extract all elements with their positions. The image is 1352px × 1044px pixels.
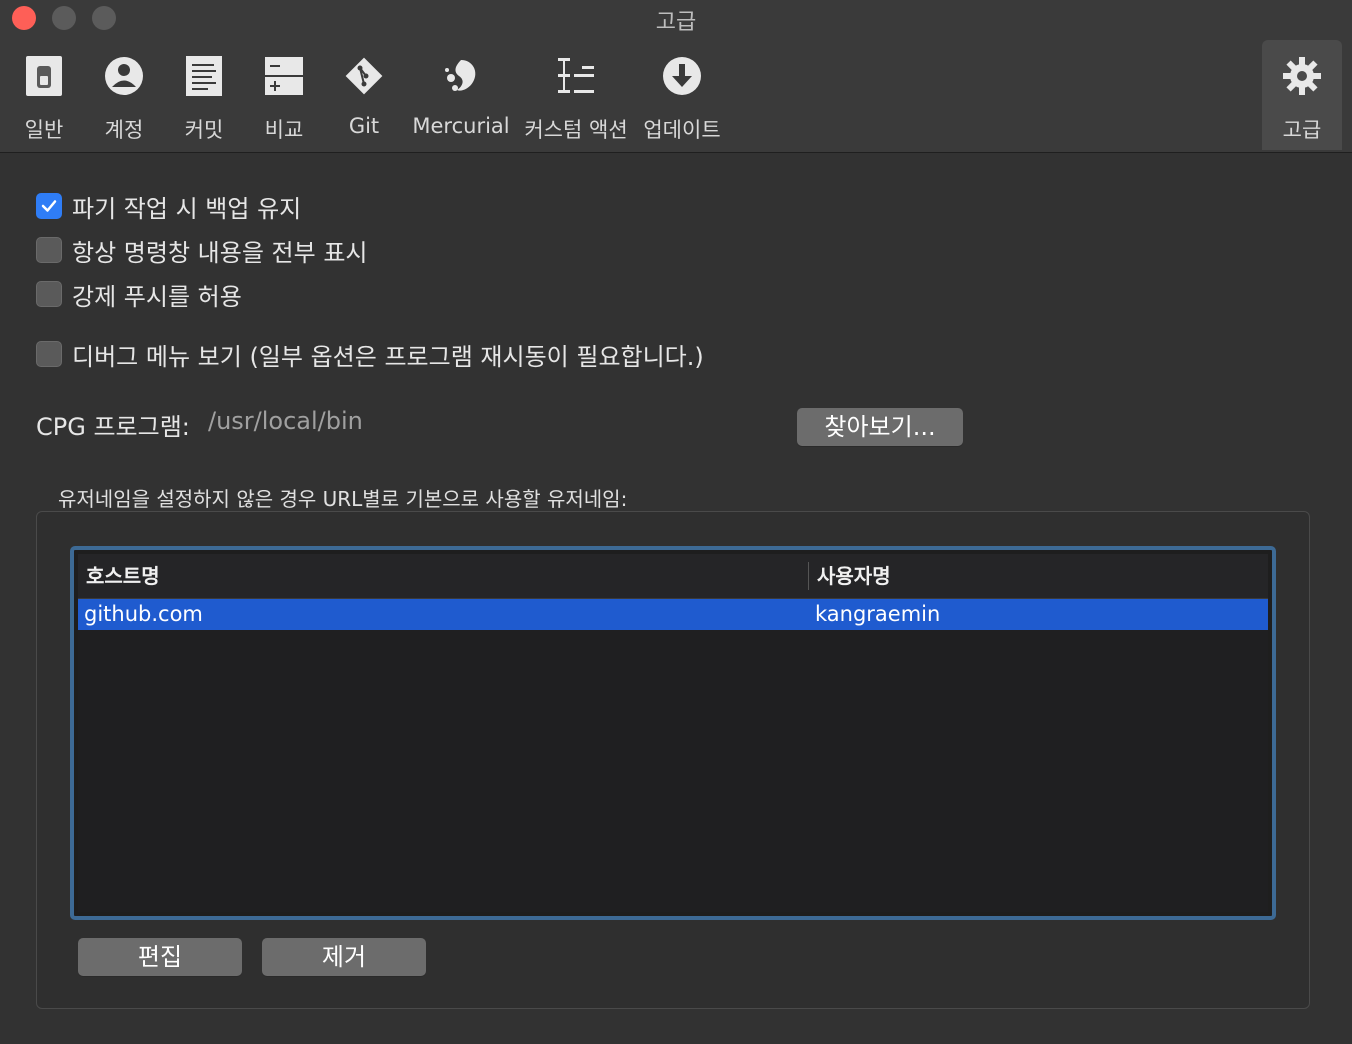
tab-commit-label: 커밋 [184,118,224,142]
tab-git-label: Git [348,114,380,138]
edit-button[interactable]: 편집 [78,938,242,976]
mercurial-icon [445,60,476,91]
tab-mercurial-label: Mercurial [412,114,510,138]
custom-actions-icon [558,58,594,93]
allow-force-push-option[interactable]: 강제 푸시를 허용 [36,279,242,311]
row-user-cell: kangraemin [815,602,941,626]
column-header-user[interactable]: 사용자명 [817,554,891,598]
tab-custom-actions-label: 커스텀 액션 [524,118,628,142]
cpg-path-value: /usr/local/bin [208,407,363,435]
column-divider[interactable] [808,562,809,590]
tab-advanced-label: 고급 [1282,118,1322,142]
tab-commit[interactable]: 커밋 [170,40,238,150]
allow-force-push-label: 강제 푸시를 허용 [72,282,242,311]
git-icon [345,57,383,95]
show-full-output-checkbox[interactable] [36,237,62,263]
keep-backup-option[interactable]: 파기 작업 시 백업 유지 [36,191,302,223]
row-host-cell: github.com [84,602,203,626]
debug-menu-checkbox[interactable] [36,341,62,367]
tab-general[interactable]: 일반 [10,40,78,150]
debug-menu-label: 디버그 메뉴 보기 (일부 옵션은 프로그램 재시동이 필요합니다.) [72,342,704,371]
tab-diff[interactable]: 비교 [250,40,318,150]
tab-advanced[interactable]: 고급 [1262,40,1342,150]
table-header: 호스트명 사용자명 [78,554,1268,599]
default-usernames-title: 유저네임을 설정하지 않은 경우 URL별로 기본으로 사용할 유저네임: [58,487,628,511]
tab-mercurial[interactable]: Mercurial [410,40,512,150]
debug-menu-option[interactable]: 디버그 메뉴 보기 (일부 옵션은 프로그램 재시동이 필요합니다.) [36,339,704,371]
document-icon [186,56,222,96]
usernames-table[interactable]: 호스트명 사용자명 github.com kangraemin [70,546,1276,920]
download-icon [663,57,701,95]
person-icon [105,57,143,95]
tab-diff-label: 비교 [264,118,304,142]
gear-icon [1283,57,1321,95]
tab-general-label: 일반 [24,118,64,142]
allow-force-push-checkbox[interactable] [36,281,62,307]
window-title: 고급 [655,10,697,35]
cpg-label: CPG 프로그램: [36,413,190,441]
tab-update[interactable]: 업데이트 [640,40,724,150]
show-full-output-option[interactable]: 항상 명령창 내용을 전부 표시 [36,235,368,267]
checkmark-icon [41,200,57,212]
remove-button[interactable]: 제거 [262,938,426,976]
browse-button[interactable]: 찾아보기... [797,408,963,446]
keep-backup-label: 파기 작업 시 백업 유지 [72,194,302,223]
switch-icon [26,56,62,96]
tab-git[interactable]: Git [330,40,398,150]
tab-accounts[interactable]: 계정 [90,40,158,150]
show-full-output-label: 항상 명령창 내용을 전부 표시 [72,238,368,267]
advanced-pane: 파기 작업 시 백업 유지 항상 명령창 내용을 전부 표시 강제 푸시를 허용… [0,153,1352,1044]
tab-custom-actions[interactable]: 커스텀 액션 [522,40,630,150]
preferences-window: 고급 일반 계정 커밋 비교 Git Mercurial 커스텀 액션 업데이트… [0,0,1352,1044]
tab-accounts-label: 계정 [104,118,144,142]
table-row[interactable]: github.com kangraemin [78,599,1268,630]
column-header-host[interactable]: 호스트명 [86,554,160,598]
keep-backup-checkbox[interactable] [36,193,62,219]
diff-icon [265,57,303,95]
tab-update-label: 업데이트 [643,118,721,142]
titlebar: 고급 일반 계정 커밋 비교 Git Mercurial 커스텀 액션 업데이트… [0,0,1352,153]
